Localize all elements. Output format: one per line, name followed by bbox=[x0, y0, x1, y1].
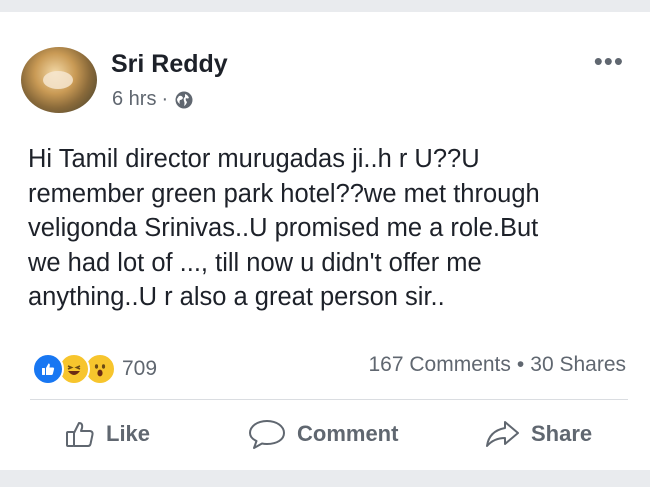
comments-count[interactable]: 167 Comments bbox=[369, 353, 511, 377]
stats-separator: • bbox=[516, 353, 525, 376]
author-name[interactable]: Sri Reddy bbox=[111, 50, 228, 79]
share-label: Share bbox=[531, 421, 593, 446]
post-text-line: anything..U r also a great person sir.. bbox=[28, 283, 445, 311]
post-meta: 6 hrs · bbox=[112, 88, 194, 111]
post-text-line: veligonda Srinivas..U promised me a role… bbox=[28, 214, 539, 242]
post-time[interactable]: 6 hrs bbox=[112, 88, 156, 111]
post-text-line: remember green park hotel??we met throug… bbox=[28, 179, 540, 208]
like-label: Like bbox=[106, 421, 151, 446]
post-text: Hi Tamil director murugadas ji..h r U??U… bbox=[28, 142, 628, 315]
post-card: Sri Reddy 6 hrs · ••• Hi Tamil director … bbox=[0, 12, 650, 470]
globe-icon[interactable] bbox=[174, 90, 194, 110]
like-icon bbox=[32, 353, 64, 385]
meta-separator: · bbox=[161, 88, 169, 110]
reactions-count: 709 bbox=[122, 357, 158, 380]
like-button[interactable]: Like bbox=[64, 418, 150, 450]
more-options-button[interactable]: ••• bbox=[594, 48, 624, 74]
share-button[interactable]: Share bbox=[483, 418, 592, 450]
post-text-line: Hi Tamil director murugadas ji..h r U??U bbox=[28, 145, 480, 173]
share-arrow-icon bbox=[486, 421, 519, 447]
avatar-image-highlight bbox=[43, 71, 73, 89]
comment-button[interactable]: Comment bbox=[247, 418, 398, 450]
shares-count[interactable]: 30 Shares bbox=[530, 353, 626, 377]
divider bbox=[30, 399, 628, 400]
comment-label: Comment bbox=[297, 421, 399, 446]
post-actions: Like Comment Share bbox=[0, 410, 650, 462]
post-stats: 167 Comments • 30 Shares bbox=[369, 353, 627, 377]
avatar[interactable] bbox=[21, 47, 97, 113]
thumbs-up-icon bbox=[66, 422, 94, 447]
comment-icon bbox=[249, 420, 285, 449]
reactions-summary[interactable]: 709 bbox=[32, 353, 157, 385]
post-text-line: we had lot of ..., till now u didn't off… bbox=[28, 248, 482, 277]
